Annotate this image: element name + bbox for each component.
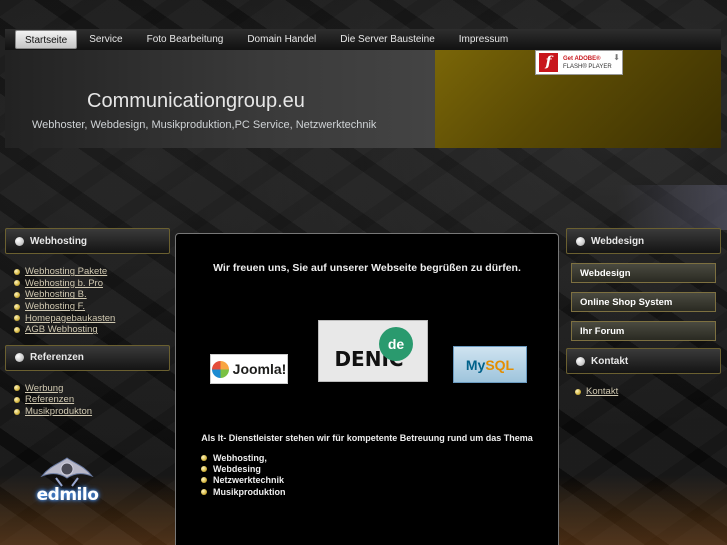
- link-homepagebaukasten[interactable]: Homepagebaukasten: [25, 313, 115, 324]
- list-item: Webhosting Pakete: [14, 266, 170, 278]
- main-content: Wir freuen uns, Sie auf unserer Webseite…: [175, 233, 559, 545]
- skyline-decoration: [617, 185, 727, 230]
- services-intro: Als It- Dienstleister stehen wir für kom…: [201, 433, 533, 443]
- bullet-icon: [575, 388, 581, 395]
- list-item: Webdesing: [201, 463, 286, 474]
- bullet-icon: [201, 465, 207, 472]
- joomla-icon: [211, 360, 229, 378]
- list-item: Webhosting,: [201, 452, 286, 463]
- nav-item-startseite[interactable]: Startseite: [15, 30, 78, 49]
- nav-item-service[interactable]: Service: [77, 30, 134, 49]
- list-item: Referenzen: [14, 394, 170, 406]
- flash-badge-line1: Get ADOBE®: [563, 55, 601, 62]
- flash-player-icon: f: [539, 53, 558, 72]
- bullet-icon: [576, 356, 585, 366]
- joomla-logo[interactable]: Joomla!: [210, 354, 288, 384]
- bullet-icon: [576, 236, 585, 246]
- bullet-icon: [15, 353, 24, 363]
- bullet-icon: [201, 477, 207, 484]
- mysql-logo-text: MySQL: [466, 357, 514, 373]
- webhosting-heading: Webhosting: [5, 228, 170, 254]
- online-shop-system-button[interactable]: Online Shop System: [571, 292, 716, 312]
- link-musikprodukton[interactable]: Musikprodukton: [25, 406, 92, 417]
- link-kontakt[interactable]: Kontakt: [586, 386, 618, 397]
- link-referenzen[interactable]: Referenzen: [25, 394, 74, 405]
- kontakt-heading-label: Kontakt: [591, 355, 629, 367]
- service-item-label: Webdesing: [213, 463, 261, 474]
- bullet-icon: [14, 291, 20, 298]
- list-item: Webhosting F.: [14, 301, 170, 313]
- ihr-forum-button[interactable]: Ihr Forum: [571, 321, 716, 341]
- bullet-icon: [14, 268, 20, 275]
- service-item-label: Musikproduktion: [213, 486, 286, 497]
- flash-badge-text: Get ADOBE® FLASH® PLAYER: [563, 55, 612, 71]
- kontakt-links: Kontakt: [566, 374, 721, 398]
- referenzen-heading-label: Referenzen: [30, 352, 84, 364]
- list-item: Werbung: [14, 383, 170, 395]
- referenzen-links: Werbung Referenzen Musikprodukton: [5, 371, 170, 418]
- edmilo-logo[interactable]: edmilo: [20, 456, 115, 516]
- bullet-icon: [14, 408, 20, 415]
- link-werbung[interactable]: Werbung: [25, 383, 63, 394]
- bullet-icon: [14, 385, 20, 392]
- joomla-logo-text: Joomla!: [232, 361, 287, 377]
- list-item: Netzwerktechnik: [201, 475, 286, 486]
- mysql-logo-text-b: SQL: [485, 356, 515, 373]
- link-agb-webhosting[interactable]: AGB Webhosting: [25, 324, 98, 335]
- bullet-icon: [14, 280, 20, 287]
- list-item: Homepagebaukasten: [14, 312, 170, 324]
- left-sidebar: Webhosting Webhosting Pakete Webhosting …: [5, 228, 170, 417]
- link-webhosting-f[interactable]: Webhosting F.: [25, 301, 85, 312]
- bullet-icon: [15, 236, 24, 246]
- list-item: Musikprodukton: [14, 406, 170, 418]
- link-webhosting-pakete[interactable]: Webhosting Pakete: [25, 266, 107, 277]
- webdesign-heading: Webdesign: [566, 228, 721, 254]
- services-list: Webhosting, Webdesing Netzwerktechnik Mu…: [201, 452, 286, 497]
- bullet-icon: [201, 488, 207, 495]
- nav-item-domain-handel[interactable]: Domain Handel: [235, 30, 328, 49]
- mysql-logo[interactable]: MySQL: [453, 346, 527, 383]
- link-webhosting-b[interactable]: Webhosting B.: [25, 289, 87, 300]
- nav-item-impressum[interactable]: Impressum: [447, 30, 520, 49]
- list-item: Kontakt: [575, 386, 721, 398]
- right-sidebar: Webdesign Webdesign Online Shop System I…: [566, 228, 721, 398]
- site-subtitle: Webhoster, Webdesign, Musikproduktion,PC…: [32, 119, 377, 131]
- referenzen-heading: Referenzen: [5, 344, 170, 371]
- list-item: Webhosting b. Pro: [14, 278, 170, 290]
- webhosting-links: Webhosting Pakete Webhosting b. Pro Webh…: [5, 254, 170, 336]
- bullet-icon: [14, 315, 20, 322]
- mysql-logo-text-a: My: [465, 356, 486, 373]
- get-flash-player-button[interactable]: f Get ADOBE® FLASH® PLAYER ⬇: [535, 50, 623, 75]
- denic-de-badge: de: [379, 327, 413, 361]
- flash-badge-line2: FLASH® PLAYER: [563, 63, 612, 70]
- service-item-label: Netzwerktechnik: [213, 475, 285, 486]
- nav-item-server-bausteine[interactable]: Die Server Bausteine: [328, 30, 447, 49]
- bullet-icon: [14, 326, 20, 333]
- bullet-icon: [14, 303, 20, 310]
- bullet-icon: [14, 396, 20, 403]
- denic-logo[interactable]: DENIC de: [318, 320, 428, 382]
- webhosting-heading-label: Webhosting: [30, 235, 88, 247]
- welcome-heading: Wir freuen uns, Sie auf unserer Webseite…: [213, 262, 521, 274]
- kontakt-heading: Kontakt: [566, 348, 721, 374]
- logo-text: edmilo: [36, 485, 99, 505]
- link-webhosting-pro[interactable]: Webhosting b. Pro: [25, 278, 103, 289]
- list-item: AGB Webhosting: [14, 324, 170, 336]
- nav-item-foto-bearbeitung[interactable]: Foto Bearbeitung: [135, 30, 236, 49]
- list-item: Musikproduktion: [201, 486, 286, 497]
- bullet-icon: [201, 454, 207, 461]
- service-item-label: Webhosting,: [213, 452, 267, 463]
- site-title: Communicationgroup.eu: [87, 90, 305, 112]
- webdesign-heading-label: Webdesign: [591, 235, 645, 247]
- main-nav: Startseite Service Foto Bearbeitung Doma…: [5, 29, 721, 50]
- download-arrow-icon: ⬇: [613, 53, 620, 62]
- list-item: Webhosting B.: [14, 289, 170, 301]
- webdesign-button[interactable]: Webdesign: [571, 263, 716, 283]
